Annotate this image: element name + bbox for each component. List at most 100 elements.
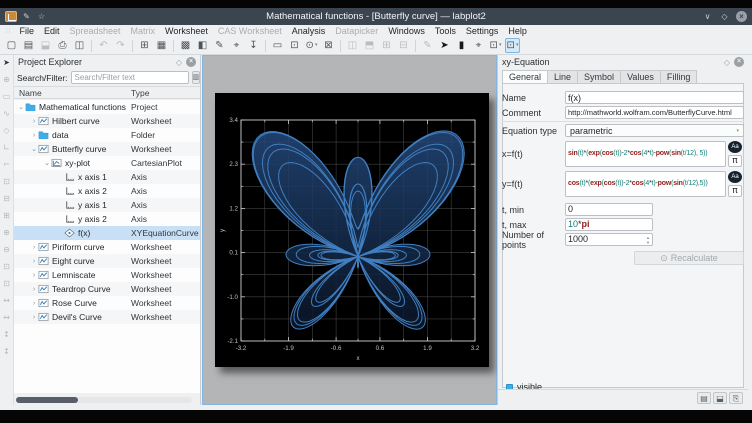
menu-cas-worksheet[interactable]: CAS Worksheet xyxy=(213,26,287,36)
new-datapicker-button[interactable]: ⌖ xyxy=(229,38,244,53)
tree-row-rose-curve[interactable]: ›Rose CurveWorksheet xyxy=(14,296,200,310)
print-button[interactable]: ⎙ xyxy=(55,38,70,53)
expand-arrow-icon[interactable]: ⌄ xyxy=(43,159,51,167)
new-workbook-button[interactable]: ⊞ xyxy=(137,38,152,53)
tree-row-butterfly-curve[interactable]: ⌄Butterfly curveWorksheet xyxy=(14,142,200,156)
expand-arrow-icon[interactable]: › xyxy=(30,118,38,125)
tree-column-headers[interactable]: Name Type xyxy=(14,86,200,99)
menu-help[interactable]: Help xyxy=(503,26,532,36)
tree-row-devil-s-curve[interactable]: ›Devil's CurveWorksheet xyxy=(14,310,200,324)
tree-row-mathematical-functions[interactable]: ⌄Mathematical functionsProject xyxy=(14,100,200,114)
zoom-combo-button[interactable]: ⊙▾ xyxy=(304,38,319,53)
zoom-in-x-icon[interactable]: ⊡ xyxy=(1,261,13,273)
search-input[interactable] xyxy=(71,71,189,84)
undo-button[interactable]: ↶ xyxy=(96,38,111,53)
tree-row-f-x-[interactable]: f(x)XYEquationCurve xyxy=(14,226,200,240)
add-curve-icon[interactable]: ∿ xyxy=(1,108,13,120)
tmax-field[interactable]: 10*pi xyxy=(565,218,653,231)
add-legend-icon[interactable]: ⌐ xyxy=(1,159,13,171)
new-note-button[interactable]: ✎ xyxy=(212,38,227,53)
close-dock-icon[interactable]: × xyxy=(734,57,744,67)
select-mode-button[interactable]: ➤ xyxy=(437,38,452,53)
menu-windows[interactable]: Windows xyxy=(383,26,430,36)
maximize-icon[interactable]: ◇ xyxy=(719,11,730,22)
column-header-name[interactable]: Name xyxy=(19,88,42,98)
tab-values[interactable]: Values xyxy=(621,70,661,84)
tree-row-teardrop-curve[interactable]: ›Teardrop CurveWorksheet xyxy=(14,282,200,296)
float-dock-icon[interactable]: ◇ xyxy=(724,58,730,67)
tree-row-x-axis-1[interactable]: x axis 1Axis xyxy=(14,170,200,184)
zoom-in-y-icon[interactable]: ⊡ xyxy=(1,278,13,290)
zoom-fit-mode-button[interactable]: ⌖ xyxy=(471,38,486,53)
name-field[interactable] xyxy=(565,91,744,104)
close-dock-icon[interactable]: × xyxy=(186,57,196,67)
new-text-label-button[interactable]: ▭ xyxy=(270,38,285,53)
menu-worksheet[interactable]: Worksheet xyxy=(160,26,213,36)
tree-row-hilbert-curve[interactable]: ›Hilbert curveWorksheet xyxy=(14,114,200,128)
float-dock-icon[interactable]: ◇ xyxy=(176,58,182,67)
navigation-mode-button[interactable]: ▮ xyxy=(454,38,469,53)
print-preview-button[interactable]: ◫ xyxy=(72,38,87,53)
close-icon[interactable]: × xyxy=(736,11,747,22)
new-plot-button[interactable]: ⊡ xyxy=(287,38,302,53)
y-equation-field[interactable]: cos(t)*(exp(cos(t))-2*cos(4*t)-pow(sin(t… xyxy=(565,171,726,197)
save-template-button[interactable]: ⬓ xyxy=(713,392,727,404)
pin-icon[interactable]: ✎ xyxy=(21,11,32,22)
open-file-button[interactable]: ▤ xyxy=(21,38,36,53)
worksheet-page[interactable]: -3.2-1.9-0.60.61.93.2-2.1-1.00.11.22.33.… xyxy=(215,93,489,367)
crosshair-tool-icon[interactable]: ⊕ xyxy=(1,74,13,86)
new-matrix-button[interactable]: ▩ xyxy=(178,38,193,53)
auto-scale-icon[interactable]: ⊡ xyxy=(1,176,13,188)
worksheet-view[interactable]: -3.2-1.9-0.60.61.93.2-2.1-1.00.11.22.33.… xyxy=(202,55,497,405)
zoom-select-mode-button[interactable]: ⊡▾ xyxy=(488,38,503,53)
equation-type-select[interactable]: parametric ▾ xyxy=(565,124,744,137)
tab-filling[interactable]: Filling xyxy=(661,70,698,84)
points-stepper[interactable]: 1000 ▲▼ xyxy=(565,233,653,246)
add-text-label-icon[interactable]: ▭ xyxy=(1,91,13,103)
auto-scale-y-icon[interactable]: ⊞ xyxy=(1,210,13,222)
menu-spreadsheet[interactable]: Spreadsheet xyxy=(65,26,126,36)
tab-line[interactable]: Line xyxy=(548,70,578,84)
menu-tools[interactable]: Tools xyxy=(430,26,461,36)
tree-row-data[interactable]: ›dataFolder xyxy=(14,128,200,142)
import-data-button[interactable]: ↧ xyxy=(246,38,261,53)
font-button[interactable]: Aa xyxy=(728,141,742,153)
auto-scale-x-icon[interactable]: ⊟ xyxy=(1,193,13,205)
zoom-out-icon[interactable]: ⊖ xyxy=(1,244,13,256)
shift-down-y-icon[interactable]: ↕ xyxy=(1,346,13,358)
tree-row-x-axis-2[interactable]: x axis 2Axis xyxy=(14,184,200,198)
menu-file[interactable]: File xyxy=(14,26,39,36)
recalculate-button[interactable]: ⊙ Recalculate xyxy=(634,251,744,265)
redo-button[interactable]: ↷ xyxy=(113,38,128,53)
shift-right-x-icon[interactable]: ↔ xyxy=(1,312,13,324)
minimize-icon[interactable]: ∨ xyxy=(702,11,713,22)
filter-options-button[interactable]: ▥ xyxy=(192,71,201,84)
add-equation-curve-icon[interactable]: ◇ xyxy=(1,125,13,137)
tree-horizontal-scrollbar[interactable] xyxy=(16,397,192,403)
expand-arrow-icon[interactable]: › xyxy=(30,272,38,279)
expand-arrow-icon[interactable]: › xyxy=(30,314,38,321)
expand-arrow-icon[interactable]: › xyxy=(30,258,38,265)
expand-arrow-icon[interactable]: ⌄ xyxy=(17,103,25,111)
expand-arrow-icon[interactable]: › xyxy=(30,286,38,293)
shortcut-icon[interactable]: ☆ xyxy=(36,11,47,22)
expand-arrow-icon[interactable]: › xyxy=(30,244,38,251)
add-axis-icon[interactable]: ∟ xyxy=(1,142,13,154)
tab-general[interactable]: General xyxy=(502,70,548,84)
save-file-button[interactable]: ⬓ xyxy=(38,38,53,53)
tree-row-eight-curve[interactable]: ›Eight curveWorksheet xyxy=(14,254,200,268)
tree-row-y-axis-2[interactable]: y axis 2Axis xyxy=(14,212,200,226)
x-equation-field[interactable]: sin(t)*(exp(cos(t))-2*cos(4*t)-pow(sin(t… xyxy=(565,141,726,167)
layout-vertical-button[interactable]: ◫ xyxy=(345,38,360,53)
menu-matrix[interactable]: Matrix xyxy=(126,26,161,36)
select-tool-icon[interactable]: ➤ xyxy=(1,57,13,69)
shift-up-y-icon[interactable]: ↕ xyxy=(1,329,13,341)
tab-symbol[interactable]: Symbol xyxy=(578,70,621,84)
menu-settings[interactable]: Settings xyxy=(461,26,504,36)
layout-break-button[interactable]: ⊟ xyxy=(396,38,411,53)
new-file-button[interactable]: ▢ xyxy=(4,38,19,53)
pi-symbols-button[interactable]: π xyxy=(728,155,742,167)
tree-row-y-axis-1[interactable]: y axis 1Axis xyxy=(14,198,200,212)
fit-page-button[interactable]: ⊠ xyxy=(321,38,336,53)
zoom-in-icon[interactable]: ⊕ xyxy=(1,227,13,239)
